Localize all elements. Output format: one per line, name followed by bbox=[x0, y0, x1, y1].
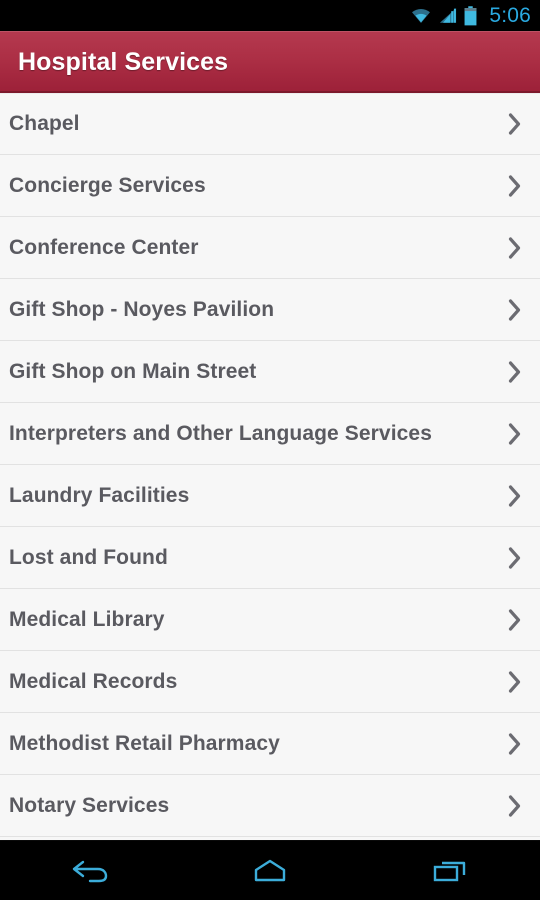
chevron-right-icon bbox=[507, 422, 523, 446]
list-item-label: Gift Shop - Noyes Pavilion bbox=[9, 297, 275, 321]
list-item-label: Conference Center bbox=[9, 235, 199, 259]
list-item-label: Medical Records bbox=[9, 669, 178, 693]
home-button[interactable] bbox=[220, 841, 320, 900]
list-item[interactable]: Methodist Retail Pharmacy bbox=[0, 713, 540, 775]
android-device-screen: 5:06 Hospital Services Chapel Concierge … bbox=[0, 0, 540, 900]
list-item[interactable]: Conference Center bbox=[0, 217, 540, 279]
recent-apps-icon bbox=[428, 856, 472, 886]
list-item-label: Laundry Facilities bbox=[9, 483, 190, 507]
chevron-right-icon bbox=[507, 236, 523, 260]
chevron-right-icon bbox=[507, 608, 523, 632]
recent-apps-button[interactable] bbox=[400, 841, 500, 900]
list-item-label: Methodist Retail Pharmacy bbox=[9, 731, 280, 755]
list-item[interactable]: Notary Services bbox=[0, 775, 540, 837]
list-item-label: Lost and Found bbox=[9, 545, 168, 569]
chevron-right-icon bbox=[507, 112, 523, 136]
wifi-icon bbox=[410, 7, 432, 24]
list-item[interactable]: Lost and Found bbox=[0, 527, 540, 589]
list-item[interactable]: Interpreters and Other Language Services bbox=[0, 403, 540, 465]
chevron-right-icon bbox=[507, 794, 523, 818]
home-icon bbox=[248, 856, 292, 886]
back-icon bbox=[68, 856, 112, 886]
chevron-right-icon bbox=[507, 298, 523, 322]
chevron-right-icon bbox=[507, 484, 523, 508]
status-bar: 5:06 bbox=[0, 0, 540, 31]
list-item-label: Notary Services bbox=[9, 793, 170, 817]
cellular-signal-icon bbox=[439, 7, 457, 24]
list-item-label: Interpreters and Other Language Services bbox=[9, 421, 432, 445]
list-item-label: Concierge Services bbox=[9, 173, 206, 197]
chevron-right-icon bbox=[507, 732, 523, 756]
list-item[interactable]: Chapel bbox=[0, 93, 540, 155]
chevron-right-icon bbox=[507, 360, 523, 384]
list-item-label: Gift Shop on Main Street bbox=[9, 359, 257, 383]
list-item[interactable]: Gift Shop on Main Street bbox=[0, 341, 540, 403]
list-item-label: Chapel bbox=[9, 112, 80, 135]
list-item[interactable]: Laundry Facilities bbox=[0, 465, 540, 527]
list-item[interactable]: Medical Records bbox=[0, 651, 540, 713]
status-bar-clock: 5:06 bbox=[489, 4, 531, 27]
battery-icon bbox=[464, 5, 477, 26]
app-header: Hospital Services bbox=[0, 31, 540, 93]
chevron-right-icon bbox=[507, 546, 523, 570]
chevron-right-icon bbox=[507, 670, 523, 694]
list-item[interactable]: Concierge Services bbox=[0, 155, 540, 217]
status-bar-icons: 5:06 bbox=[410, 5, 531, 26]
list-item[interactable]: Medical Library bbox=[0, 589, 540, 651]
page-title: Hospital Services bbox=[18, 47, 229, 76]
list-item-label: Medical Library bbox=[9, 607, 165, 631]
hospital-services-list[interactable]: Chapel Concierge Services Conference Cen… bbox=[0, 93, 540, 840]
list-item[interactable]: Gift Shop - Noyes Pavilion bbox=[0, 279, 540, 341]
back-button[interactable] bbox=[40, 841, 140, 900]
system-navigation-bar bbox=[0, 840, 540, 900]
chevron-right-icon bbox=[507, 174, 523, 198]
